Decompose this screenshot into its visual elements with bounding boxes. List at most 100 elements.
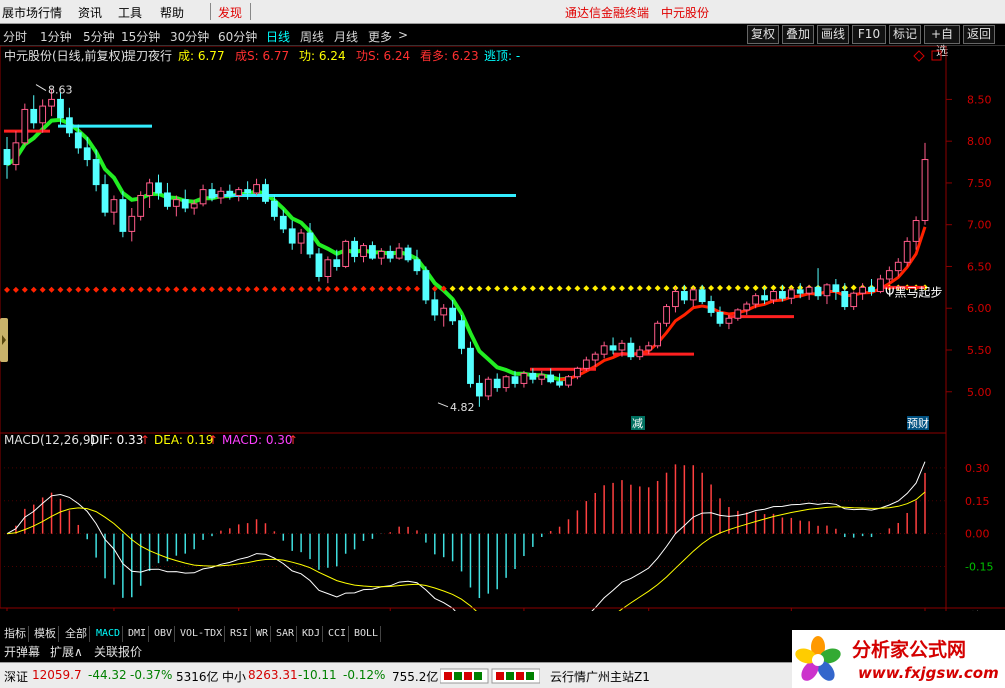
support-dot [4, 286, 10, 293]
tab-next-arrow[interactable]: > [398, 28, 408, 42]
server-status: 云行情广州主站Z1 [550, 670, 650, 684]
tab-weekly[interactable]: 周线 [300, 28, 324, 45]
candle-body [21, 108, 29, 144]
candle-body [502, 376, 510, 389]
ind-tab-rsi[interactable]: RSI [228, 626, 252, 642]
overlay-button[interactable]: 叠加 [782, 25, 814, 44]
ind-tab-macd[interactable]: MACD [94, 626, 124, 642]
tab-1min[interactable]: 1分钟 [40, 28, 72, 45]
related-quote-button[interactable]: 关联报价 [94, 643, 142, 660]
f10-button[interactable]: F10 [852, 25, 886, 44]
candle-body [574, 367, 581, 378]
menu-news[interactable]: 资讯 [78, 4, 102, 21]
ind-tab-dmi[interactable]: DMI [126, 626, 150, 642]
candle-body [48, 98, 55, 107]
ind-tab-sar[interactable]: SAR [274, 626, 298, 642]
candle-body [333, 259, 341, 267]
legend-item: 成S: 6.77 [235, 49, 289, 63]
period-toolbar: 分时 1分钟 5分钟 15分钟 30分钟 60分钟 日线 周线 月线 更多 > … [0, 24, 1005, 58]
tab-monthly[interactable]: 月线 [334, 28, 358, 45]
ind-tab-kdj[interactable]: KDJ [300, 626, 324, 642]
support-dot [39, 286, 46, 293]
tab-intraday[interactable]: 分时 [3, 28, 27, 45]
tab-60min[interactable]: 60分钟 [218, 28, 257, 45]
menu-market[interactable]: 展市场行情 [2, 4, 62, 21]
mark-button[interactable]: 标记 [889, 25, 921, 44]
ind-tab-vol-tdx[interactable]: VOL-TDX [178, 626, 226, 642]
adjust-button[interactable]: 复权 [747, 25, 779, 44]
sz-index-amount: 5316亿 [176, 670, 219, 684]
candle-body [404, 247, 412, 261]
support-dot [84, 286, 91, 293]
ind-tab-wr[interactable]: WR [254, 626, 272, 642]
ind-tab-obv[interactable]: OBV [152, 626, 176, 642]
sz-index-value: 12059.7 [32, 668, 82, 682]
tab-15min[interactable]: 15分钟 [121, 28, 160, 45]
candle-body [698, 289, 706, 303]
support-dot [93, 286, 100, 293]
support-dot [342, 285, 349, 292]
add-watchlist-button[interactable]: +自选 [924, 25, 960, 58]
support-dot [146, 286, 153, 293]
support-dot [413, 285, 420, 292]
candle-body [912, 220, 920, 242]
candle-body [903, 240, 911, 263]
candle-body [654, 322, 662, 347]
price-tick-label: 8.00 [967, 135, 992, 148]
event-marker-label: 减 [632, 417, 643, 430]
low-price-label: 4.82 [450, 401, 475, 414]
danmaku-toggle[interactable]: 开弹幕 [4, 643, 40, 660]
diamond-icon[interactable] [913, 50, 925, 62]
support-dot [333, 285, 340, 292]
candle-body [627, 342, 635, 358]
menu-discover[interactable]: 发现 [218, 4, 242, 21]
tab-daily[interactable]: 日线 [266, 28, 290, 45]
support-dot [378, 285, 385, 292]
tab-more[interactable]: 更多 [368, 28, 392, 45]
ind-tab-template[interactable]: 模板 [32, 626, 59, 642]
tab-30min[interactable]: 30分钟 [170, 28, 209, 45]
candle-body [172, 199, 180, 207]
menu-help[interactable]: 帮助 [160, 4, 184, 21]
candle-body [155, 182, 162, 194]
ind-tab-all[interactable]: 全部 [63, 626, 90, 642]
support-dot [520, 285, 527, 292]
candle-body [12, 142, 20, 166]
support-dot [191, 286, 198, 293]
macd-dea-arrow: ↑ [208, 433, 218, 447]
candle-body [422, 270, 430, 301]
support-dot [627, 285, 634, 292]
candle-body [324, 259, 332, 277]
support-dot [289, 286, 296, 293]
maximize-icon[interactable] [931, 50, 942, 61]
legend-item: 成: 6.77 [178, 49, 225, 63]
support-dot [66, 286, 73, 293]
kline-chart[interactable]: 中元股份(日线,前复权) 提刀夜行 成: 6.77 成S: 6.77 功: 6.24… [0, 45, 1005, 657]
candle-body [181, 199, 189, 209]
dif-line [6, 461, 926, 657]
back-button[interactable]: 返回 [963, 25, 995, 44]
support-dot [708, 284, 715, 291]
draw-line-button[interactable]: 画线 [817, 25, 849, 44]
support-dot [119, 286, 126, 293]
candle-body [734, 309, 742, 319]
support-dot [324, 285, 331, 292]
candle-body [814, 286, 822, 297]
ind-tab-cci[interactable]: CCI [326, 626, 350, 642]
candle-body [297, 232, 305, 244]
support-dot [583, 285, 590, 292]
candle-body [529, 372, 537, 380]
tab-5min[interactable]: 5分钟 [83, 28, 115, 45]
candle-body [761, 295, 768, 301]
candle-body [440, 307, 448, 316]
support-dot [512, 285, 519, 292]
menu-tools[interactable]: 工具 [118, 4, 142, 21]
macd-lines [6, 461, 926, 657]
support-dot [253, 286, 260, 293]
ind-tab-boll[interactable]: BOLL [352, 626, 382, 642]
candle-body [146, 182, 153, 196]
candle-body [288, 228, 296, 244]
expand-toggle[interactable]: 扩展∧ [50, 643, 83, 660]
ind-tab-indicator[interactable]: 指标 [2, 626, 29, 642]
stock-title: 中元股份 [661, 6, 710, 20]
